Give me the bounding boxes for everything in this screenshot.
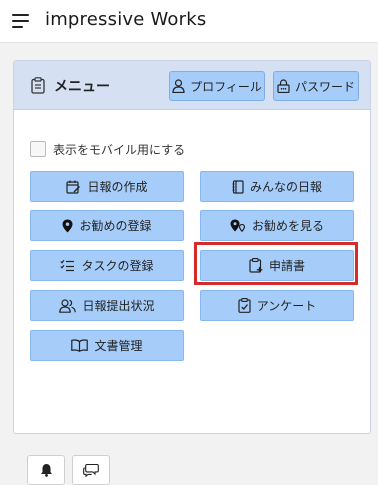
profile-label: プロフィール — [190, 79, 262, 94]
password-button[interactable]: パスワード — [273, 71, 359, 101]
clipboard-plus-icon — [249, 258, 263, 273]
menu-panel: メニュー プロフィール パスワード 表示をモバイル用にする 日報の作成 みんなの… — [13, 60, 371, 485]
clipboard-icon — [31, 77, 45, 94]
person-icon — [172, 79, 185, 93]
clipboard-check-icon — [238, 298, 251, 313]
view-recommend-label: お勧めを見る — [251, 219, 324, 233]
document-management-button[interactable]: 文書管理 — [30, 330, 184, 361]
register-recommend-label: お勧めの登録 — [79, 219, 152, 233]
mobile-view-checkbox[interactable] — [30, 141, 46, 157]
map-pins-icon — [230, 219, 245, 232]
hamburger-menu-icon[interactable] — [12, 14, 29, 28]
mobile-view-toggle[interactable]: 表示をモバイル用にする — [30, 141, 185, 157]
document-management-label: 文書管理 — [94, 339, 143, 353]
application-label: 申請書 — [268, 259, 305, 273]
mobile-view-label: 表示をモバイル用にする — [53, 142, 186, 157]
view-recommend-button[interactable]: お勧めを見る — [200, 210, 354, 241]
password-label: パスワード — [294, 79, 355, 94]
panel-title: メニュー — [54, 79, 110, 95]
profile-button[interactable]: プロフィール — [169, 71, 265, 101]
survey-button[interactable]: アンケート — [200, 290, 354, 321]
calendar-edit-icon — [66, 180, 81, 194]
register-task-label: タスクの登録 — [81, 259, 154, 273]
chat-bubbles-icon — [83, 463, 99, 477]
create-diary-button[interactable]: 日報の作成 — [30, 171, 184, 202]
everyones-diary-label: みんなの日報 — [249, 180, 322, 194]
register-recommend-button[interactable]: お勧めの登録 — [30, 210, 184, 241]
create-diary-label: 日報の作成 — [87, 180, 148, 194]
chat-button[interactable] — [72, 455, 110, 485]
everyones-diary-button[interactable]: みんなの日報 — [200, 171, 354, 202]
application-button[interactable]: 申請書 — [200, 250, 354, 281]
people-icon — [59, 298, 77, 313]
top-app-bar: impressive Works — [0, 0, 378, 43]
notifications-button[interactable] — [27, 455, 65, 485]
lock-icon — [277, 79, 290, 93]
notebook-icon — [232, 179, 244, 194]
register-task-button[interactable]: タスクの登録 — [30, 250, 184, 281]
diary-submission-status-button[interactable]: 日報提出状況 — [30, 290, 184, 321]
map-pin-icon — [62, 219, 73, 232]
diary-submission-status-label: 日報提出状況 — [82, 299, 155, 313]
task-list-icon — [60, 259, 75, 272]
book-open-icon — [71, 339, 89, 352]
survey-label: アンケート — [256, 299, 317, 313]
app-title: impressive Works — [45, 9, 207, 30]
bell-icon — [40, 464, 52, 477]
panel-header: メニュー プロフィール パスワード — [14, 61, 370, 110]
